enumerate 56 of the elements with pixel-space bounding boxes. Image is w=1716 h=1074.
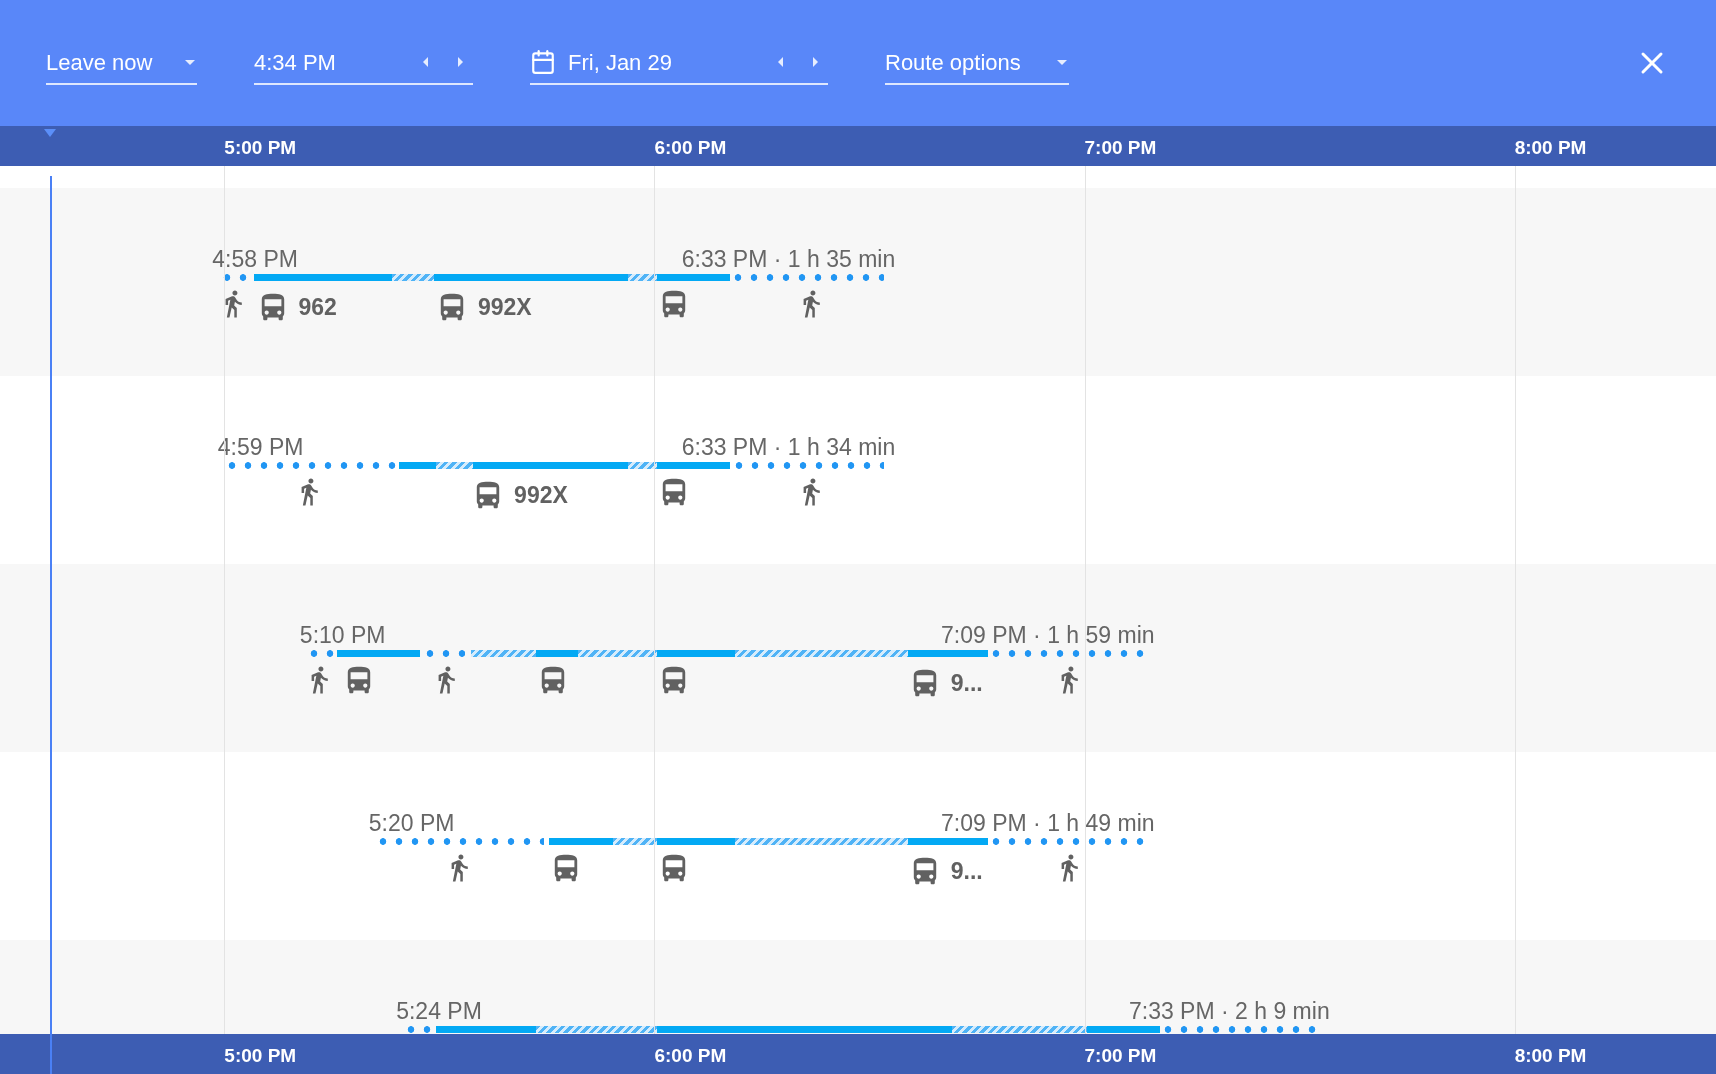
route-row[interactable]: 5:10 PM 7:09 PM · 1 h 59 min 9...: [0, 564, 1716, 752]
transfer-wait-bar: [612, 838, 657, 845]
calendar-icon: [530, 49, 556, 75]
bus-ride-bar: [536, 650, 578, 657]
bus-line-number: 9...: [950, 857, 983, 886]
transfer-wait-bar: [435, 462, 473, 469]
departure-time: 5:10 PM: [299, 621, 386, 650]
bus-line-number: 962: [298, 293, 337, 322]
route-row[interactable]: 4:58 PM 6:33 PM · 1 h 35 min 962 992X: [0, 188, 1716, 376]
caret-icon[interactable]: [778, 57, 783, 67]
walking-person-icon: [1060, 666, 1081, 694]
bus-ride-bar: [399, 462, 436, 469]
arrival-time-duration: 7:09 PM · 1 h 59 min: [941, 621, 1155, 650]
walking-person-icon: [436, 666, 457, 694]
arrival-time-duration: 6:33 PM · 1 h 35 min: [681, 245, 896, 274]
departure-time: 4:59 PM: [217, 433, 304, 462]
transfer-wait-bar: [391, 274, 435, 281]
caret-icon[interactable]: [1057, 59, 1067, 65]
hour-label: 6:00 PM: [654, 1044, 727, 1068]
hour-label: 6:00 PM: [654, 136, 727, 160]
arrival-time-duration: 7:33 PM · 2 h 9 min: [1128, 997, 1330, 1026]
hour-label: 7:00 PM: [1084, 136, 1157, 160]
hour-label: 5:00 PM: [224, 1044, 297, 1068]
departure-time: 5:20 PM: [368, 809, 455, 838]
hour-label: 7:00 PM: [1084, 1044, 1157, 1068]
arrival-time-duration: 6:33 PM · 1 h 34 min: [681, 433, 896, 462]
transfer-wait-bar: [470, 650, 537, 657]
bus-line-number: 9...: [950, 669, 983, 698]
route-row[interactable]: 5:24 PM 7:33 PM · 2 h 9 min: [0, 940, 1716, 1034]
walking-person-icon: [1060, 854, 1081, 882]
hour-label: 8:00 PM: [1514, 136, 1587, 160]
bus-line-number: 992X: [477, 293, 532, 322]
bus-line-number: 992X: [514, 481, 568, 510]
transfer-wait-bar: [628, 462, 657, 469]
hour-label: 5:00 PM: [224, 136, 297, 160]
time-field[interactable]: 4:34 PM: [254, 41, 473, 85]
arrival-time-duration: 7:09 PM · 1 h 49 min: [941, 809, 1155, 838]
walking-person-icon: [299, 478, 320, 506]
walking-person-icon: [449, 854, 470, 882]
route-options-dropdown[interactable]: Route options: [885, 41, 1069, 85]
transfer-wait-bar: [628, 274, 657, 281]
caret-icon[interactable]: [458, 57, 463, 67]
caret-icon[interactable]: [813, 57, 818, 67]
date-field[interactable]: Fri, Jan 29: [530, 41, 828, 85]
caret-icon[interactable]: [423, 57, 428, 67]
bus-ride-bar: [549, 838, 613, 845]
walking-person-icon: [224, 290, 245, 318]
hour-label: 8:00 PM: [1514, 1044, 1587, 1068]
departure-dropdown[interactable]: Leave now: [46, 41, 197, 85]
caret-icon[interactable]: [185, 59, 195, 65]
walking-person-icon: [309, 666, 330, 694]
walking-person-icon: [802, 290, 823, 318]
departure-time: 4:58 PM: [212, 245, 298, 274]
departure-time: 5:24 PM: [396, 997, 482, 1026]
current-time-marker-icon: [44, 129, 56, 137]
walking-person-icon: [802, 478, 823, 506]
